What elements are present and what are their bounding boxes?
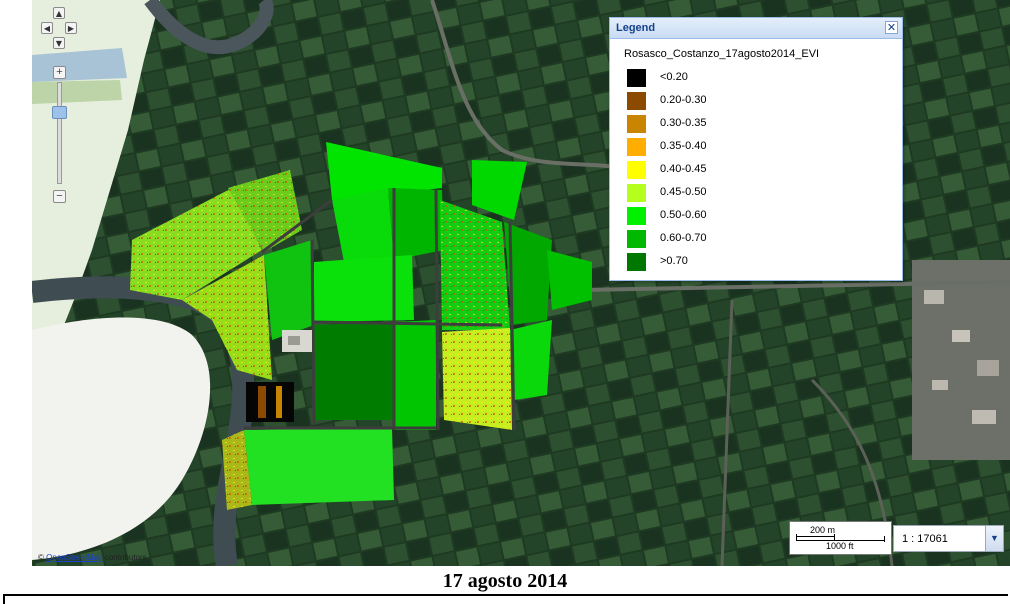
scale-ratio-value: 1 : 17061 [902,533,948,545]
legend-swatch [627,207,646,225]
zoom-slider-track[interactable] [57,82,62,184]
legend-item: 0.35-0.40 [627,137,887,157]
legend-item: 0.50-0.60 [627,206,887,226]
zoom-in-button[interactable]: + [53,66,66,79]
figure-caption: 17 agosto 2014 [442,570,568,592]
copyright-symbol: © [38,553,44,562]
caption-divider-left [3,594,5,604]
zoom-out-button[interactable]: − [53,190,66,203]
legend-item-label: 0.50-0.60 [660,209,707,221]
legend-title: Legend [616,22,656,34]
legend-window[interactable]: Legend ✕ Rosasco_Costanzo_17agosto2014_E… [609,17,903,281]
legend-swatch [627,138,646,156]
caption-divider [3,594,1008,596]
legend-item-label: 0.35-0.40 [660,140,707,152]
zoom-slider-handle[interactable] [52,106,67,119]
legend-item: 0.60-0.70 [627,229,887,249]
map-frame: ▲ ◀ ▶ ▼ + − Legend ✕ Rosasco_Costanzo_17… [0,0,1010,570]
scale-metric-label: 200 m [810,525,836,535]
attribution-suffix: contributors [104,553,147,562]
legend-item-label: 0.45-0.50 [660,186,707,198]
legend-item: 0.30-0.35 [627,114,887,134]
chevron-down-icon[interactable]: ▼ [985,526,1003,551]
legend-item-label: 0.30-0.35 [660,117,707,129]
legend-swatch [627,184,646,202]
legend-layer-name: Rosasco_Costanzo_17agosto2014_EVI [624,48,820,60]
legend-item-label: >0.70 [660,255,688,267]
legend-item: 0.40-0.45 [627,160,887,180]
scale-bar: 200 m 1000 ft [789,521,892,555]
legend-item: 0.20-0.30 [627,91,887,111]
legend-swatch [627,253,646,271]
map-attribution: © OpenStreetMap contributors [38,553,147,562]
legend-header[interactable]: Legend ✕ [610,18,902,39]
legend-swatch [627,161,646,179]
legend-swatch [627,230,646,248]
legend-swatch [627,115,646,133]
legend-item: 0.45-0.50 [627,183,887,203]
legend-item: <0.20 [627,68,887,88]
osm-link[interactable]: OpenStreetMap [46,553,102,562]
low-evi-block [246,382,294,422]
scale-tick [884,536,885,542]
legend-item-label: 0.60-0.70 [660,232,707,244]
legend-swatch [627,69,646,87]
pan-left-button[interactable]: ◀ [41,22,53,34]
legend-item: >0.70 [627,252,887,272]
pan-down-button[interactable]: ▼ [53,37,65,49]
scale-metric-line [796,536,834,537]
scale-imperial-label: 1000 ft [826,541,854,551]
legend-swatch [627,92,646,110]
scale-select[interactable]: 1 : 17061 ▼ [893,525,1004,552]
legend-item-label: 0.40-0.45 [660,163,707,175]
pan-right-button[interactable]: ▶ [65,22,77,34]
legend-item-label: <0.20 [660,71,688,83]
pan-up-button[interactable]: ▲ [53,7,65,19]
legend-item-label: 0.20-0.30 [660,94,707,106]
close-icon[interactable]: ✕ [885,21,898,34]
